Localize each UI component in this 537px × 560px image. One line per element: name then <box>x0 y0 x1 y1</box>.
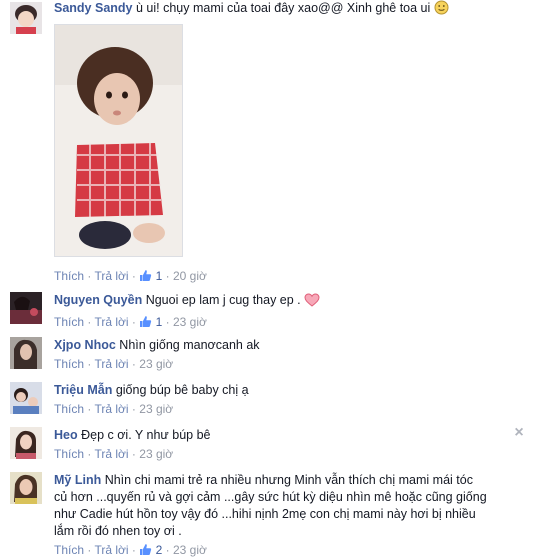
comment-meta: Thích · Trả lời · 1 · 20 giờ <box>54 268 207 286</box>
comment-author[interactable]: Mỹ Linh <box>54 473 101 487</box>
like-link[interactable]: Thích <box>54 447 84 461</box>
timestamp[interactable]: 23 giờ <box>173 315 207 329</box>
avatar[interactable] <box>10 472 42 504</box>
comment-text-line-1: Nhìn chi mami trẻ ra nhiều nhưng Minh vẫ… <box>104 473 473 487</box>
comment-text-line-4: lắm rồi đó nhen toy ơi . <box>54 524 182 538</box>
comment-author[interactable]: Nguyen Quyền <box>54 293 142 307</box>
like-count[interactable]: 2 <box>156 543 163 557</box>
reply-link[interactable]: Trả lời <box>94 315 128 329</box>
comment-text: Nguoi ep lam j cug thay ep . <box>145 293 301 307</box>
timestamp[interactable]: 23 giờ <box>139 402 173 416</box>
smiley-icon <box>434 0 449 20</box>
reply-link[interactable]: Trả lời <box>94 447 128 461</box>
comment-meta: Thích · Trả lời · 2 · 23 giờ <box>54 542 513 560</box>
like-link[interactable]: Thích <box>54 543 84 557</box>
timestamp[interactable]: 23 giờ <box>139 357 173 371</box>
like-link[interactable]: Thích <box>54 269 84 283</box>
heart-icon <box>304 293 320 312</box>
timestamp[interactable]: 23 giờ <box>173 543 207 557</box>
timestamp[interactable]: 20 giờ <box>173 269 207 283</box>
close-icon[interactable]: × <box>513 425 525 441</box>
reply-link[interactable]: Trả lời <box>94 402 128 416</box>
comment-text-line-2: củ hơn ...quyến rủ và gợi cảm ...gây sức… <box>54 490 487 504</box>
comment-photo[interactable] <box>54 24 183 257</box>
comment-text: Đẹp c ơi. Y như búp bê <box>81 428 211 442</box>
like-link[interactable]: Thích <box>54 402 84 416</box>
comment-text-line-3: như Cadie hút hồn toy vậy đó ...hihi nịn… <box>54 507 476 521</box>
comment-author[interactable]: Xjpo Nhoc <box>54 338 116 352</box>
comment-meta: Thích · Trả lời · 1 · 23 giờ <box>54 314 513 332</box>
comment-text: giống búp bê baby chị ạ <box>115 383 249 397</box>
comment-author[interactable]: Sandy Sandy <box>54 1 133 15</box>
avatar[interactable] <box>10 2 42 34</box>
like-link[interactable]: Thích <box>54 357 84 371</box>
reply-link[interactable]: Trả lời <box>94 357 128 371</box>
comment-meta: Thích · Trả lời · 23 giờ <box>54 402 174 416</box>
reply-link[interactable]: Trả lời <box>94 269 128 283</box>
comment-text: ù ui! chụy mami của toai đây xao@@ Xinh … <box>135 1 431 15</box>
reply-link[interactable]: Trả lời <box>94 543 128 557</box>
like-count[interactable]: 1 <box>156 315 163 329</box>
avatar[interactable] <box>10 427 42 459</box>
avatar[interactable] <box>10 382 42 414</box>
avatar[interactable] <box>10 292 42 324</box>
comment-text: Nhìn giống manơcanh ak <box>119 338 260 352</box>
comment-meta: Thích · Trả lời · 23 giờ <box>54 447 174 461</box>
thumbs-up-icon[interactable] <box>139 315 152 332</box>
comment-meta: Thích · Trả lời · 23 giờ <box>54 357 174 371</box>
like-link[interactable]: Thích <box>54 315 84 329</box>
comment-author[interactable]: Heo <box>54 428 78 442</box>
comment-author[interactable]: Triệu Mẫn <box>54 383 112 397</box>
like-count[interactable]: 1 <box>156 269 163 283</box>
avatar[interactable] <box>10 337 42 369</box>
thumbs-up-icon[interactable] <box>139 269 152 286</box>
timestamp[interactable]: 23 giờ <box>139 447 173 461</box>
